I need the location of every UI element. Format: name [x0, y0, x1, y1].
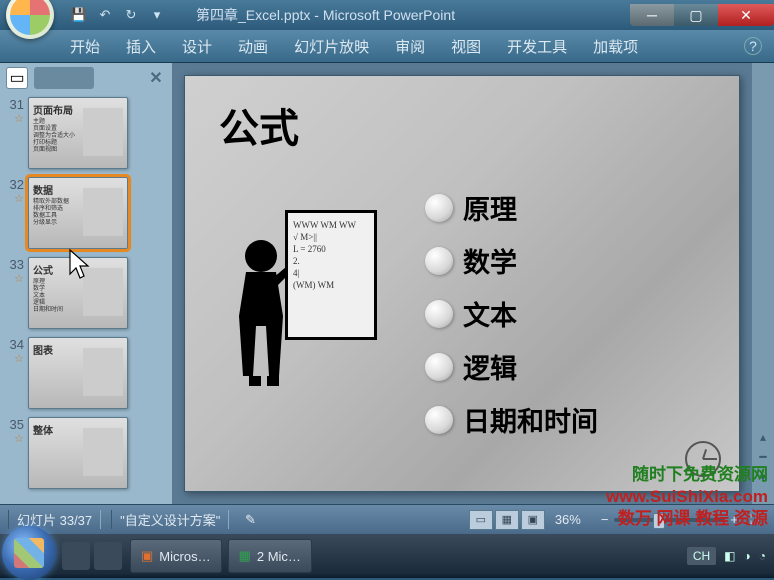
save-icon[interactable]: 💾	[70, 6, 88, 24]
tab-view[interactable]: 视图	[451, 36, 481, 57]
zoom-level[interactable]: 36%	[555, 512, 595, 527]
bullet-text: 文本	[463, 294, 517, 333]
nav-menu-icon[interactable]: ━	[759, 450, 766, 464]
taskbar-item-excel[interactable]: ▦ 2 Mic…	[228, 539, 312, 573]
thumb-number: 32☆	[4, 177, 28, 249]
redo-icon[interactable]: ↻	[122, 6, 140, 24]
help-icon[interactable]: ?	[744, 37, 762, 55]
qat-dropdown-icon[interactable]: ▾	[148, 6, 166, 24]
tab-design[interactable]: 设计	[182, 36, 212, 57]
zoom-slider[interactable]	[614, 518, 724, 522]
thumb-number: 35☆	[4, 417, 28, 489]
tab-slideshow[interactable]: 幻灯片放映	[294, 36, 369, 57]
whiteboard-illustration: WWW WM WW√ M>||L = 27602.4|(WM) WM	[285, 210, 377, 340]
slide-thumbnail[interactable]: 页面布局主题页面设置调整为合适大小打印标题页面视图	[28, 97, 128, 169]
start-button[interactable]	[2, 526, 56, 580]
slides-tab[interactable]	[34, 67, 94, 89]
slide-canvas[interactable]: 公式 WWW WM WW√ M>||L = 27602.4|(WM) WM 原理…	[184, 75, 740, 492]
excel-icon: ▦	[239, 548, 251, 564]
minimize-button[interactable]: ─	[630, 4, 674, 26]
bullet-text: 原理	[463, 188, 517, 227]
maximize-button[interactable]: ▢	[674, 4, 718, 26]
slide-thumbnail[interactable]: 整体	[28, 417, 128, 489]
panel-close-icon[interactable]: ✕	[146, 68, 166, 88]
thumb-number: 34☆	[4, 337, 28, 409]
bullet-list: 原理数学文本逻辑日期和时间	[425, 188, 598, 453]
tab-home[interactable]: 开始	[70, 36, 100, 57]
bullet-orb-icon	[425, 300, 453, 328]
window-title: 第四章_Excel.pptx - Microsoft PowerPoint	[196, 5, 455, 25]
prev-slide-icon[interactable]: ▴	[760, 430, 766, 444]
next-slide-icon[interactable]: ▾	[760, 470, 766, 484]
slide-thumbnail[interactable]: 数据精取外部数据排序和筛选数据工具分级显示	[28, 177, 128, 249]
bullet-orb-icon	[425, 194, 453, 222]
tray-icon[interactable]: ◑	[744, 549, 751, 563]
quicklaunch-icon[interactable]	[62, 542, 90, 570]
bullet-orb-icon	[425, 247, 453, 275]
slide-title: 公式	[219, 96, 299, 154]
tray-icon[interactable]: ◧	[724, 549, 735, 563]
bullet-text: 逻辑	[463, 347, 517, 386]
clock-icon	[685, 441, 721, 477]
taskbar: ▣ Micros… ▦ 2 Mic… CH ◧ ◑ ◔	[0, 534, 774, 578]
fit-to-window-button[interactable]: ⛶	[744, 510, 766, 530]
close-button[interactable]: ✕	[718, 4, 774, 26]
slide-thumbnail-panel: ▭ ✕ 31☆ 页面布局主题页面设置调整为合适大小打印标题页面视图 32☆ 数据…	[0, 63, 172, 504]
bullet-orb-icon	[425, 406, 453, 434]
tab-addins[interactable]: 加载项	[593, 36, 638, 57]
slide-nav-buttons: ▴ ━ ▾	[752, 63, 774, 504]
tray-icon[interactable]: ◔	[759, 549, 766, 563]
undo-icon[interactable]: ↶	[96, 6, 114, 24]
quicklaunch-icon[interactable]	[94, 542, 122, 570]
tab-animation[interactable]: 动画	[238, 36, 268, 57]
tab-insert[interactable]: 插入	[126, 36, 156, 57]
thumb-number: 33☆	[4, 257, 28, 329]
ribbon-tabs: 开始 插入 设计 动画 幻灯片放映 审阅 视图 开发工具 加载项 ?	[0, 30, 774, 62]
slide-thumbnail[interactable]: 图表	[28, 337, 128, 409]
language-indicator[interactable]: CH	[687, 547, 716, 565]
tab-developer[interactable]: 开发工具	[507, 36, 567, 57]
status-bar: 幻灯片 33/37 "自定义设计方案" ✎ ▭ ▦ ▣ 36% − + ⛶	[0, 504, 774, 534]
bullet-orb-icon	[425, 353, 453, 381]
tab-review[interactable]: 审阅	[395, 36, 425, 57]
zoom-out-button[interactable]: −	[601, 512, 609, 527]
zoom-in-button[interactable]: +	[730, 512, 738, 527]
thumb-number: 31☆	[4, 97, 28, 169]
bullet-text: 日期和时间	[463, 400, 598, 439]
taskbar-item-powerpoint[interactable]: ▣ Micros…	[130, 539, 222, 573]
powerpoint-icon: ▣	[141, 548, 153, 564]
quick-access-toolbar: 💾 ↶ ↻ ▾	[70, 6, 166, 24]
layout-name: "自定义设计方案"	[111, 510, 229, 529]
normal-view-button[interactable]: ▭	[469, 510, 493, 530]
bullet-text: 数学	[463, 241, 517, 280]
outline-tab-icon[interactable]: ▭	[6, 67, 28, 89]
slideshow-view-button[interactable]: ▣	[521, 510, 545, 530]
slide-thumbnail[interactable]: 公式原理数学文本逻辑日期和时间	[28, 257, 128, 329]
sorter-view-button[interactable]: ▦	[495, 510, 519, 530]
spellcheck-icon[interactable]: ✎	[239, 510, 261, 530]
